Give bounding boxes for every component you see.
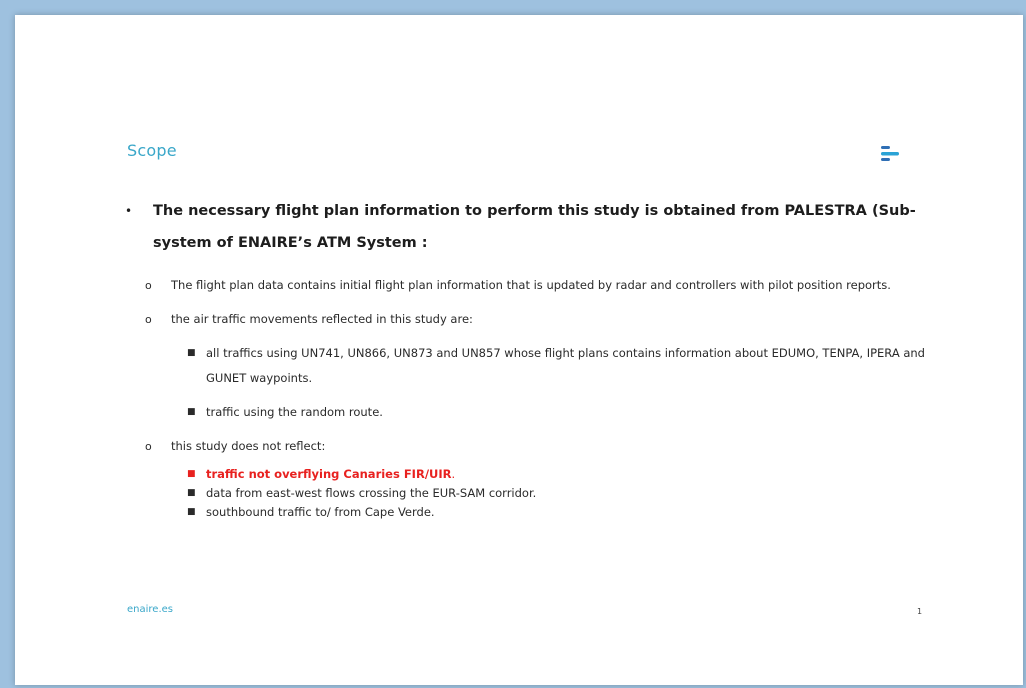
sub-point-text: The flight plan data contains initial fl… [171,278,891,292]
bullet-square-icon: ■ [187,507,196,517]
sub-point-text: the air traffic movements reflected in t… [171,312,473,326]
item-period: . [451,467,456,481]
not-reflected-item-text: traffic not overflying Canaries FIR/UIR [206,467,452,481]
footer-website-link[interactable]: enaire.es [127,604,173,615]
bullet-circle-icon: o [145,440,152,453]
sub-point-not-reflected: o this study does not reflect: [125,434,925,459]
not-reflected-item: ■ southbound traffic to/ from Cape Verde… [125,503,925,522]
bullet-square-icon: ■ [187,407,196,417]
bullet-square-icon: ■ [187,488,196,498]
page-number: 1 [917,607,923,616]
not-reflected-list: ■ traffic not overflying Canaries FIR/UI… [125,465,925,522]
bullet-circle-icon: o [145,279,152,292]
bullet-square-icon: ■ [187,469,196,479]
reflected-item-text: traffic using the random route. [206,405,383,419]
main-point-text: The necessary flight plan information to… [153,203,916,251]
bullet-circle-icon: o [145,313,152,326]
not-reflected-item-highlighted: ■ traffic not overflying Canaries FIR/UI… [125,465,925,484]
main-bullet-point: • The necessary flight plan information … [125,195,925,259]
slide: Scope • The necessary flight plan inform… [15,15,1023,685]
slide-content: • The necessary flight plan information … [125,195,925,522]
page-frame: Scope • The necessary flight plan inform… [0,0,1026,688]
sub-point-flight-plan-data: o The flight plan data contains initial … [125,273,925,298]
bullet-square-icon: ■ [187,348,196,358]
not-reflected-item: ■ data from east-west flows crossing the… [125,484,925,503]
sub-point-text: this study does not reflect: [171,439,326,453]
sub-point-reflected-movements: o the air traffic movements reflected in… [125,307,925,332]
not-reflected-item-text: southbound traffic to/ from Cape Verde. [206,505,435,519]
bullet-dot-icon: • [125,204,133,218]
not-reflected-item-text: data from east-west flows crossing the E… [206,486,537,500]
reflected-item: ■ all traffics using UN741, UN866, UN873… [125,341,925,391]
reflected-item-text: all traffics using UN741, UN866, UN873 a… [206,346,925,385]
enaire-logo-icon [881,146,899,161]
reflected-item: ■ traffic using the random route. [125,400,925,425]
slide-title: Scope [127,141,177,160]
